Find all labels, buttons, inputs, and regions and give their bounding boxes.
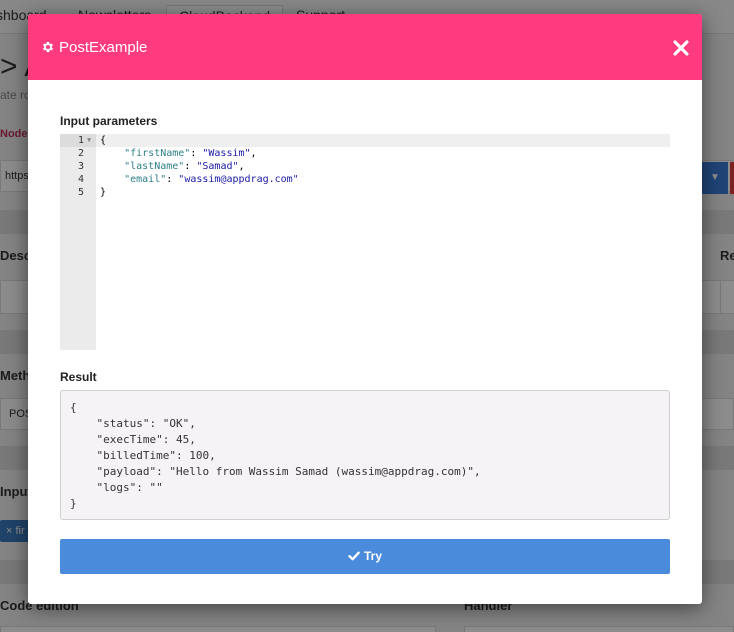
check-icon xyxy=(348,551,360,561)
try-button-label: Try xyxy=(364,549,383,563)
result-box: { "status": "OK", "execTime": 45, "bille… xyxy=(60,390,670,520)
code-string: "Wassim" xyxy=(202,148,251,159)
code-line[interactable]: } xyxy=(100,186,106,199)
line-number: 4 xyxy=(77,174,84,185)
close-icon[interactable] xyxy=(672,39,690,57)
code-punct: } xyxy=(100,187,107,198)
result-line: "billedTime": 100, xyxy=(70,449,216,462)
code-punct xyxy=(100,174,124,185)
code-punct: : xyxy=(184,161,197,172)
code-line[interactable]: "lastName": "Samad", xyxy=(100,160,245,173)
modal-header: PostExample xyxy=(28,14,702,80)
code-key: "lastName" xyxy=(124,161,185,172)
result-line: } xyxy=(70,497,77,510)
line-number: 5 xyxy=(77,187,84,198)
try-button[interactable]: Try xyxy=(60,539,670,574)
code-punct xyxy=(100,161,124,172)
code-line[interactable]: "firstName": "Wassim", xyxy=(100,147,257,160)
code-punct: : xyxy=(190,148,203,159)
code-string: "wassim@appdrag.com" xyxy=(178,174,299,185)
result-label: Result xyxy=(60,370,97,384)
code-key: "email" xyxy=(124,174,167,185)
code-punct xyxy=(100,148,124,159)
line-number: 1 xyxy=(77,135,84,146)
code-string: "Samad" xyxy=(196,161,239,172)
result-line: { xyxy=(70,401,77,414)
line-number: 2 xyxy=(77,148,84,159)
code-line[interactable]: { xyxy=(100,134,106,147)
active-line-highlight xyxy=(96,134,670,147)
result-line: "payload": "Hello from Wassim Samad (was… xyxy=(70,465,481,478)
code-punct: , xyxy=(238,161,245,172)
gear-icon xyxy=(42,41,54,53)
result-line: "execTime": 45, xyxy=(70,433,196,446)
line-number: 3 xyxy=(77,161,84,172)
code-punct: : xyxy=(166,174,179,185)
code-punct: , xyxy=(250,148,257,159)
code-punct: { xyxy=(100,135,107,146)
modal-dialog: PostExample Input parameters ▼ 1 2 3 4 5 { "f… xyxy=(28,14,702,604)
fold-arrow-icon[interactable]: ▼ xyxy=(87,134,94,147)
input-parameters-label: Input parameters xyxy=(60,114,158,128)
result-line: "status": "OK", xyxy=(70,417,196,430)
code-editor[interactable]: ▼ 1 2 3 4 5 { "firstName": "Wassim", "lastNam… xyxy=(60,134,670,350)
code-line[interactable]: "email": "wassim@appdrag.com" xyxy=(100,173,299,186)
result-line: "logs": "" xyxy=(70,481,163,494)
code-key: "firstName" xyxy=(124,148,191,159)
modal-title: PostExample xyxy=(59,39,148,56)
